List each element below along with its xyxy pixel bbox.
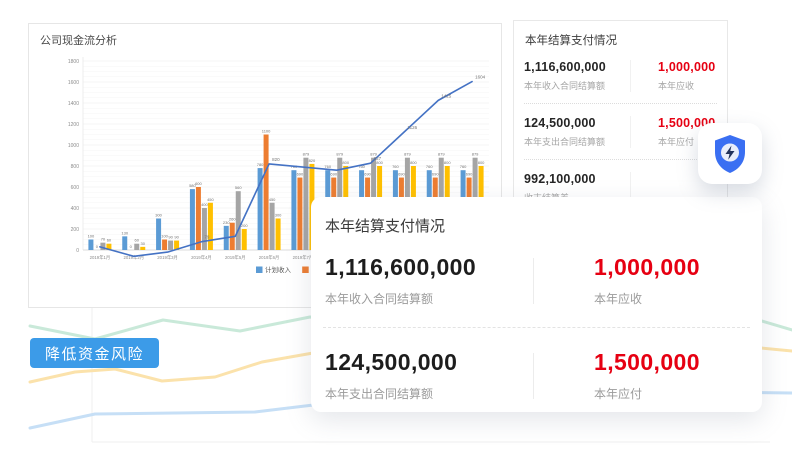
metric-label: 本年支出合同结算额 [524, 135, 630, 148]
metric-label: 本年收入合同结算额 [524, 79, 630, 92]
metric-value: 1,116,600,000 [325, 254, 533, 281]
metric-value-red: 1,000,000 [658, 60, 715, 74]
svg-text:2019年5月: 2019年5月 [225, 254, 246, 261]
svg-text:90: 90 [174, 235, 179, 240]
shield-bolt-icon [710, 133, 750, 175]
svg-text:1604: 1604 [475, 75, 486, 80]
svg-text:400: 400 [201, 202, 208, 207]
svg-text:400: 400 [71, 206, 80, 212]
svg-text:879: 879 [438, 152, 445, 157]
summary-row-income: 1,116,600,000 本年收入合同结算额 1,000,000 本年应收 [524, 60, 717, 92]
summary-panel-title: 本年结算支付情况 [525, 32, 717, 48]
svg-text:1100: 1100 [262, 129, 271, 134]
svg-text:600: 600 [71, 185, 80, 191]
svg-text:690: 690 [297, 172, 304, 177]
detail-row-income: 1,116,600,000 本年收入合同结算额 1,000,000 本年应收 [323, 254, 750, 307]
metric-value: 1,116,600,000 [524, 60, 630, 74]
dashed-divider [323, 327, 750, 328]
shield-card [698, 123, 762, 184]
dotted-divider [524, 103, 717, 104]
svg-text:计划收入: 计划收入 [265, 265, 292, 274]
svg-text:879: 879 [303, 152, 310, 157]
svg-text:450: 450 [269, 197, 276, 202]
svg-text:1200: 1200 [68, 122, 79, 128]
svg-text:760: 760 [392, 164, 399, 169]
svg-text:260: 260 [229, 217, 236, 222]
svg-text:800: 800 [444, 160, 451, 165]
metric-label: 本年收入合同结算额 [325, 290, 533, 307]
svg-text:879: 879 [472, 152, 479, 157]
svg-text:800: 800 [478, 160, 485, 165]
summary-income-settled: 1,116,600,000 本年收入合同结算额 [524, 60, 631, 92]
svg-text:690: 690 [466, 172, 473, 177]
svg-text:820: 820 [272, 157, 280, 162]
metric-value-red: 1,000,000 [594, 254, 700, 281]
metric-label: 本年应收 [594, 290, 700, 307]
settlement-detail-card: 本年结算支付情况 1,116,600,000 本年收入合同结算额 1,000,0… [311, 197, 762, 412]
svg-text:1425: 1425 [441, 93, 452, 98]
svg-text:200: 200 [241, 223, 248, 228]
svg-text:200: 200 [71, 227, 80, 233]
metric-label: 本年应付 [594, 385, 700, 402]
svg-text:450: 450 [207, 197, 214, 202]
svg-text:79: 79 [204, 235, 210, 240]
metric-label: 本年应收 [658, 79, 715, 92]
metric-value: 124,500,000 [524, 116, 630, 130]
svg-text:690: 690 [364, 172, 371, 177]
svg-text:2019年4月: 2019年4月 [191, 254, 212, 261]
svg-text:690: 690 [398, 172, 405, 177]
svg-text:820: 820 [309, 158, 316, 163]
svg-text:2019年6月: 2019年6月 [259, 254, 280, 261]
detail-card-title: 本年结算支付情况 [325, 215, 750, 236]
svg-text:100: 100 [88, 234, 95, 239]
svg-text:690: 690 [432, 172, 439, 177]
svg-text:0: 0 [76, 248, 79, 254]
svg-text:60: 60 [135, 238, 140, 243]
svg-text:2019年3月: 2019年3月 [157, 254, 178, 261]
svg-text:90: 90 [168, 235, 173, 240]
svg-text:800: 800 [342, 160, 349, 165]
metric-value-red: 1,500,000 [594, 349, 700, 376]
detail-expense-settled: 124,500,000 本年支出合同结算额 [323, 349, 533, 402]
summary-receivable: 1,000,000 本年应收 [631, 60, 715, 92]
svg-text:2019年1月: 2019年1月 [90, 254, 111, 261]
metric-label: 本年支出合同结算额 [325, 385, 533, 402]
svg-text:800: 800 [71, 164, 80, 170]
svg-text:827: 827 [374, 156, 382, 161]
svg-text:879: 879 [336, 152, 343, 157]
svg-text:300: 300 [275, 213, 282, 218]
detail-payable: 1,500,000 本年应付 [534, 349, 700, 402]
dotted-divider [524, 159, 717, 160]
svg-text:879: 879 [404, 152, 411, 157]
svg-text:800: 800 [410, 160, 417, 165]
svg-text:300: 300 [155, 213, 162, 218]
svg-text:1126: 1126 [407, 125, 417, 130]
svg-text:760: 760 [426, 164, 433, 169]
svg-text:70: 70 [101, 237, 106, 242]
summary-expense-settled: 124,500,000 本年支出合同结算额 [524, 116, 631, 148]
svg-text:1800: 1800 [68, 59, 79, 65]
svg-text:560: 560 [235, 185, 242, 190]
svg-text:1600: 1600 [68, 80, 79, 86]
svg-text:780: 780 [257, 162, 264, 167]
detail-income-settled: 1,116,600,000 本年收入合同结算额 [323, 254, 533, 307]
svg-text:30: 30 [141, 241, 146, 246]
svg-text:1000: 1000 [68, 143, 79, 149]
summary-row-expense: 124,500,000 本年支出合同结算额 1,500,000 本年应付 [524, 116, 717, 148]
chart-title: 公司现金流分析 [40, 32, 117, 48]
svg-text:600: 600 [195, 181, 202, 186]
svg-text:130: 130 [121, 230, 128, 235]
svg-text:60: 60 [107, 238, 112, 243]
svg-text:1400: 1400 [68, 101, 79, 107]
svg-text:760: 760 [460, 164, 467, 169]
risk-badge[interactable]: 降低资金风险 [30, 338, 159, 368]
detail-receivable: 1,000,000 本年应收 [534, 254, 700, 307]
metric-value: 992,100,000 [524, 172, 630, 186]
metric-value: 124,500,000 [325, 349, 533, 376]
detail-row-expense: 124,500,000 本年支出合同结算额 1,500,000 本年应付 [323, 349, 750, 402]
svg-text:690: 690 [330, 172, 337, 177]
